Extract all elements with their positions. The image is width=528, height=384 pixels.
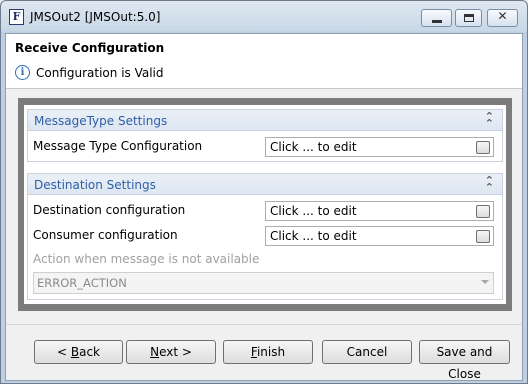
field-value: Click ... to edit bbox=[270, 204, 357, 218]
edit-button[interactable] bbox=[476, 205, 490, 218]
validation-status: Configuration is Valid bbox=[36, 66, 164, 80]
next-button[interactable]: Next > bbox=[126, 340, 216, 364]
back-prefix: < bbox=[56, 345, 71, 359]
info-icon: i bbox=[15, 65, 30, 80]
chevron-down-icon bbox=[481, 280, 489, 284]
minimize-icon bbox=[432, 20, 442, 23]
edit-button[interactable] bbox=[476, 230, 490, 243]
maximize-icon bbox=[464, 14, 474, 22]
message-type-config-row: Message Type Configuration Click ... to … bbox=[33, 137, 499, 157]
dialog-client: Receive Configuration i Configuration is… bbox=[5, 33, 523, 381]
field-value: Click ... to edit bbox=[270, 140, 357, 154]
action-label: Action when message is not available bbox=[33, 252, 260, 266]
consumer-config-row: Consumer configuration Click ... to edit bbox=[33, 226, 499, 246]
finish-rest: inish bbox=[256, 345, 286, 359]
back-rest: ack bbox=[79, 345, 100, 359]
back-mnemonic: B bbox=[70, 345, 80, 359]
save-and-close-button[interactable]: Save and Close bbox=[419, 340, 510, 381]
message-type-config-field[interactable]: Click ... to edit bbox=[265, 137, 494, 157]
messagetype-settings-header[interactable]: MessageType Settings ⌃ ⌃ bbox=[28, 110, 502, 131]
edit-button[interactable] bbox=[476, 141, 490, 154]
field-label: Consumer configuration bbox=[33, 228, 178, 242]
maximize-button[interactable] bbox=[455, 9, 482, 27]
window-title: JMSOut2 [JMSOut:5.0] bbox=[30, 10, 161, 24]
finish-button[interactable]: Finish bbox=[223, 340, 313, 364]
page-title: Receive Configuration bbox=[15, 41, 165, 55]
messagetype-settings-section: MessageType Settings ⌃ ⌃ Message Type Con… bbox=[27, 109, 503, 162]
title-bar[interactable]: F JMSOut2 [JMSOut:5.0] ✕ bbox=[1, 1, 527, 33]
minimize-button[interactable] bbox=[421, 9, 452, 27]
dialog-header: Receive Configuration i Configuration is… bbox=[6, 34, 522, 89]
cancel-button[interactable]: Cancel bbox=[322, 340, 412, 364]
consumer-config-field[interactable]: Click ... to edit bbox=[265, 226, 494, 246]
field-label: Destination configuration bbox=[33, 203, 186, 217]
next-rest: ext > bbox=[159, 345, 192, 359]
field-label: Message Type Configuration bbox=[33, 139, 203, 153]
destination-config-field[interactable]: Click ... to edit bbox=[265, 201, 494, 221]
section-title: MessageType Settings bbox=[34, 114, 168, 128]
close-icon: ✕ bbox=[497, 9, 508, 23]
back-button[interactable]: < Back bbox=[34, 340, 123, 364]
action-select: ERROR_ACTION bbox=[33, 272, 494, 294]
settings-panel: MessageType Settings ⌃ ⌃ Message Type Con… bbox=[18, 98, 512, 311]
destination-settings-section: Destination Settings ⌃ ⌃ Destination conf… bbox=[27, 173, 503, 300]
destination-settings-header[interactable]: Destination Settings ⌃ ⌃ bbox=[28, 174, 502, 195]
section-title: Destination Settings bbox=[34, 178, 156, 192]
action-select-value: ERROR_ACTION bbox=[37, 276, 127, 290]
settings-container: MessageType Settings ⌃ ⌃ Message Type Con… bbox=[24, 105, 506, 304]
next-mnemonic: N bbox=[150, 345, 160, 359]
double-chevron-up-icon[interactable]: ⌃ ⌃ bbox=[485, 111, 494, 129]
field-value: Click ... to edit bbox=[270, 229, 357, 243]
destination-config-row: Destination configuration Click ... to e… bbox=[33, 201, 499, 221]
app-icon: F bbox=[9, 9, 24, 25]
double-chevron-up-icon[interactable]: ⌃ ⌃ bbox=[485, 175, 494, 193]
footer-divider bbox=[6, 324, 522, 325]
close-button[interactable]: ✕ bbox=[487, 9, 518, 27]
dialog-window: F JMSOut2 [JMSOut:5.0] ✕ Receive Configu… bbox=[0, 0, 528, 384]
